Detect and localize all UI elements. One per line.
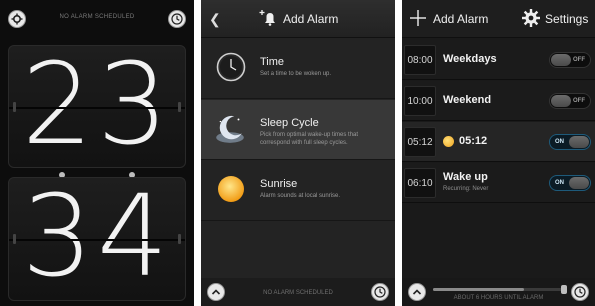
chevron-left-icon: ❮ — [209, 11, 221, 27]
alarm-status-text: NO ALARM SCHEDULED — [59, 14, 135, 20]
alarm-list-footer: ABOUT 6 HOURS UNTIL ALARM — [402, 278, 595, 306]
alarm-row-weekdays[interactable]: 08:00 Weekdays OFF — [402, 40, 595, 80]
alarm-toggle[interactable]: ON — [549, 175, 591, 191]
bell-plus-icon — [259, 10, 275, 26]
menu-item-sunrise[interactable]: Sunrise Alarm sounds at local sunrise. — [201, 161, 395, 221]
sun-icon — [218, 176, 244, 202]
bell-marker-icon — [561, 285, 567, 294]
alarm-name: Weekend — [443, 94, 492, 106]
add-alarm-screen: ❮ Add Alarm Time Set a time to be woken … — [201, 0, 395, 306]
clock-face-icon — [216, 52, 246, 82]
time-until-alarm-text: ABOUT 6 HOURS UNTIL ALARM — [453, 295, 544, 301]
flip-hinge — [13, 101, 16, 112]
settings-button[interactable]: Settings — [545, 12, 588, 26]
alarm-time: 06:10 — [404, 168, 436, 198]
toggle-label: ON — [555, 139, 564, 145]
alarm-time: 05:12 — [404, 127, 436, 157]
add-alarm-button[interactable]: Add Alarm — [433, 12, 488, 26]
menu-item-title: Sunrise — [260, 178, 298, 190]
clock-button[interactable] — [168, 10, 186, 28]
menu-item-title: Sleep Cycle — [260, 117, 319, 129]
alarm-row-sunrise[interactable]: 05:12 05:12 ON — [402, 122, 595, 162]
alarm-list-screen: Add Alarm Settings 08:00 Weekdays OFF 10… — [402, 0, 595, 306]
alarm-name: 05:12 — [459, 135, 488, 147]
alarm-row-weekend[interactable]: 10:00 Weekend OFF — [402, 81, 595, 121]
alarm-recurrence: Recurring: Never — [443, 186, 489, 192]
sun-icon — [443, 136, 454, 147]
hours-flip-card: 23 — [8, 45, 186, 168]
plus-icon[interactable] — [410, 10, 426, 26]
menu-item-title: Time — [260, 56, 285, 68]
menu-item-sleep-cycle[interactable]: Sleep Cycle Pick from optimal wake-up ti… — [201, 100, 395, 160]
clock-button[interactable] — [571, 283, 589, 301]
menu-item-description: Alarm sounds at local sunrise. — [260, 193, 341, 199]
add-alarm-footer: NO ALARM SCHEDULED — [201, 278, 395, 306]
clock-button[interactable] — [371, 283, 389, 301]
alarm-name: Wake up — [443, 171, 488, 183]
clock-icon — [374, 286, 386, 298]
progress-fill — [433, 288, 524, 291]
flip-hinge — [178, 101, 181, 112]
menu-item-description: Set a time to be woken up. — [260, 71, 332, 77]
flip-hinge — [13, 234, 16, 244]
flip-seam — [9, 106, 185, 109]
minutes-flip-card: 34 — [8, 177, 186, 301]
gear-icon[interactable] — [522, 9, 540, 27]
flip-hinge — [178, 234, 181, 244]
menu-item-description: Pick from optimal wake-up times that cor… — [260, 132, 359, 146]
alarm-row-wake-up[interactable]: 06:10 Wake up Recurring: Never ON — [402, 163, 595, 203]
clock-screen: NO ALARM SCHEDULED 23 34 — [0, 0, 194, 306]
toggle-label: OFF — [573, 57, 585, 63]
alarm-toggle[interactable]: OFF — [549, 93, 591, 109]
clock-icon — [574, 286, 586, 298]
time-until-alarm-bar — [433, 285, 567, 294]
back-button[interactable]: ❮ — [209, 12, 221, 26]
alarm-toggle[interactable]: ON — [549, 134, 591, 150]
flip-seam — [9, 239, 185, 241]
moon-icon — [216, 115, 244, 143]
footer-status-text: NO ALARM SCHEDULED — [263, 290, 333, 296]
alarm-toggle[interactable]: OFF — [549, 52, 591, 68]
toggle-label: ON — [555, 180, 564, 186]
add-alarm-title: Add Alarm — [283, 12, 339, 26]
alarm-time: 10:00 — [404, 86, 436, 116]
add-alarm-header: ❮ Add Alarm — [201, 0, 395, 38]
clock-icon — [171, 13, 183, 25]
alarm-list-header: Add Alarm Settings — [402, 0, 595, 38]
toggle-label: OFF — [573, 98, 585, 104]
menu-item-time[interactable]: Time Set a time to be woken up. — [201, 39, 395, 99]
alarm-time: 08:00 — [404, 45, 436, 75]
alarm-name: Weekdays — [443, 53, 497, 65]
